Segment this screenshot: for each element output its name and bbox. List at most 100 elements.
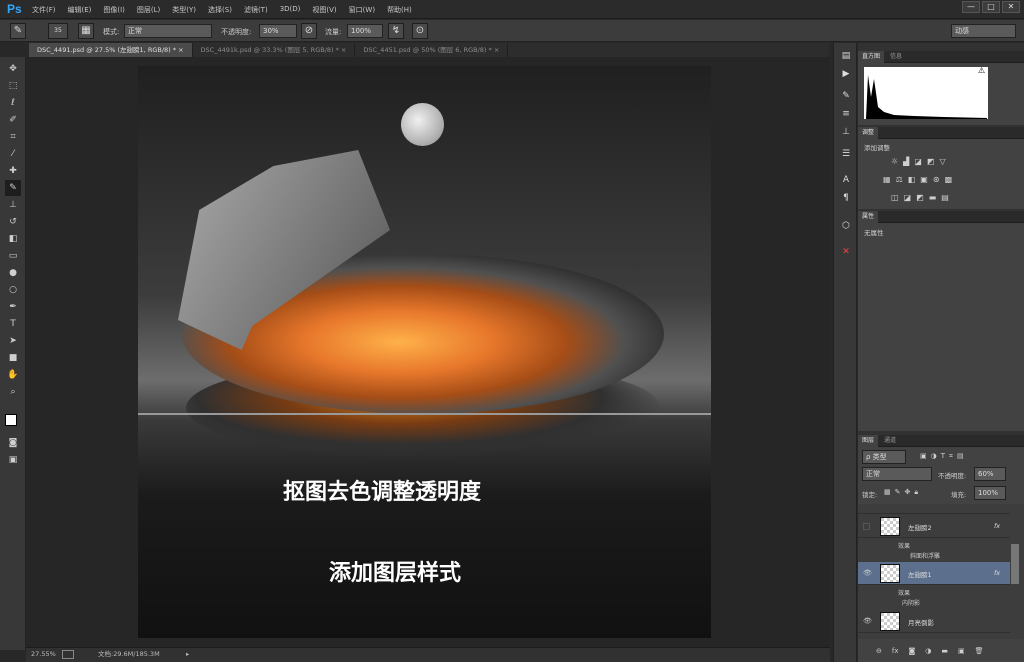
layer-opacity-input[interactable]: 60% bbox=[974, 467, 1006, 481]
curves-icon[interactable]: ◪ bbox=[914, 157, 922, 166]
menu-window[interactable]: 窗口(W) bbox=[349, 5, 375, 15]
paragraph-icon[interactable]: ¶ bbox=[838, 191, 854, 205]
filter-smart-icon[interactable]: ▤ bbox=[957, 452, 964, 461]
layer-name[interactable]: 左翅膀2 bbox=[908, 522, 932, 532]
brush-tool-icon[interactable]: ✎ bbox=[5, 180, 21, 196]
threshold-icon[interactable]: ◩ bbox=[916, 193, 924, 202]
new-adjustment-icon[interactable]: ◑ bbox=[925, 647, 931, 655]
delete-layer-icon[interactable]: 🗑︎ bbox=[975, 647, 984, 655]
play-actions-icon[interactable]: ▶ bbox=[838, 67, 854, 81]
pen-tool-icon[interactable]: ✒ bbox=[5, 299, 21, 315]
eraser-tool-icon[interactable]: ◧ bbox=[5, 231, 21, 247]
tab-dsc4491[interactable]: DSC_4491.psd @ 27.5% (左翅膀1, RGB/8) * × bbox=[29, 43, 193, 57]
tab-layers[interactable]: 图层 bbox=[858, 435, 879, 447]
menu-select[interactable]: 选择(S) bbox=[208, 5, 232, 15]
tab-dsc4491k[interactable]: DSC_4491k.psd @ 33.3% (图层 5, RGB/8) * × bbox=[193, 43, 356, 57]
character-icon[interactable]: A bbox=[838, 173, 854, 187]
tab-info[interactable]: 信息 bbox=[886, 51, 906, 63]
layer-row-partial[interactable] bbox=[858, 504, 1010, 514]
add-mask-icon[interactable]: ◙ bbox=[908, 647, 915, 655]
layer-filter-select[interactable]: ρ 类型 bbox=[862, 450, 906, 464]
layer-name[interactable]: 左翅膀1 bbox=[908, 569, 932, 579]
gradient-tool-icon[interactable]: ▭ bbox=[5, 248, 21, 264]
layer-fx-icon[interactable]: fx bbox=[994, 569, 1000, 577]
effects-label[interactable]: 效果 bbox=[898, 541, 910, 550]
tool-presets-icon[interactable]: ☰ bbox=[838, 147, 854, 161]
new-group-icon[interactable]: ▬ bbox=[941, 647, 948, 655]
status-menu-arrow-icon[interactable]: ▸ bbox=[186, 648, 189, 661]
new-layer-icon[interactable]: ▣ bbox=[958, 647, 965, 655]
history-brush-tool-icon[interactable]: ↺ bbox=[5, 214, 21, 230]
gradient-map-icon[interactable]: ▬ bbox=[929, 193, 937, 202]
menu-help[interactable]: 帮助(H) bbox=[387, 5, 412, 15]
move-tool-icon[interactable]: ✥ bbox=[5, 61, 21, 77]
history-icon[interactable]: ▤ bbox=[838, 49, 854, 63]
type-tool-icon[interactable]: T bbox=[5, 316, 21, 332]
brush-panel-icon[interactable]: ▦ bbox=[78, 23, 94, 39]
brush-tool-icon[interactable]: ✎ bbox=[10, 23, 26, 39]
blur-tool-icon[interactable]: ● bbox=[5, 265, 21, 281]
close-button[interactable]: ✕ bbox=[1002, 1, 1020, 13]
menu-type[interactable]: 类型(Y) bbox=[172, 5, 196, 15]
minimize-button[interactable]: — bbox=[962, 1, 980, 13]
clone-source-icon[interactable]: ⊥ bbox=[838, 125, 854, 139]
brightness-icon[interactable]: ☼ bbox=[891, 157, 898, 166]
hue-saturation-icon[interactable]: ▦ bbox=[883, 175, 891, 184]
clone-stamp-tool-icon[interactable]: ⊥ bbox=[5, 197, 21, 213]
layer-row-selected[interactable]: 👁︎ 左翅膀1 fx bbox=[858, 562, 1010, 585]
lock-image-icon[interactable]: ✎ bbox=[895, 488, 901, 497]
hand-tool-icon[interactable]: ✋ bbox=[5, 367, 21, 383]
path-select-tool-icon[interactable]: ➤ bbox=[5, 333, 21, 349]
quick-select-tool-icon[interactable]: ✐ bbox=[5, 112, 21, 128]
color-balance-icon[interactable]: ⚖ bbox=[896, 175, 903, 184]
menu-image[interactable]: 图像(I) bbox=[103, 5, 125, 15]
menu-edit[interactable]: 编辑(E) bbox=[68, 5, 92, 15]
warning-icon[interactable]: ⚠ bbox=[978, 66, 985, 75]
eye-icon[interactable]: 👁︎ bbox=[863, 617, 872, 625]
opacity-input[interactable]: 30% bbox=[259, 24, 297, 38]
selective-color-icon[interactable]: ▤ bbox=[941, 193, 949, 202]
effect-item[interactable]: 内阴影 bbox=[902, 598, 920, 607]
effects-label[interactable]: 效果 bbox=[898, 588, 910, 597]
measurement-icon[interactable]: ✕ bbox=[838, 245, 854, 259]
brush-size-picker[interactable]: 35 bbox=[48, 23, 68, 39]
eyedropper-tool-icon[interactable]: ⁄ bbox=[5, 146, 21, 162]
workspace-select[interactable]: 动感 bbox=[951, 24, 1016, 38]
tab-channels[interactable]: 通道 bbox=[880, 435, 900, 447]
menu-layer[interactable]: 图层(L) bbox=[137, 5, 160, 15]
shape-tool-icon[interactable]: ■ bbox=[5, 350, 21, 366]
add-style-icon[interactable]: fx bbox=[892, 647, 899, 655]
zoom-tool-icon[interactable]: ⌕ bbox=[5, 384, 21, 400]
tab-properties[interactable]: 属性 bbox=[858, 211, 879, 223]
healing-brush-tool-icon[interactable]: ✚ bbox=[5, 163, 21, 179]
eye-icon[interactable]: 👁︎ bbox=[863, 569, 872, 577]
marquee-tool-icon[interactable]: ⬚ bbox=[5, 78, 21, 94]
lock-position-icon[interactable]: ✥ bbox=[905, 488, 911, 497]
filter-shape-icon[interactable]: ⌗ bbox=[949, 452, 953, 461]
filter-adjustment-icon[interactable]: ◑ bbox=[931, 452, 937, 461]
menu-file[interactable]: 文件(F) bbox=[32, 5, 56, 15]
color-lookup-icon[interactable]: ▩ bbox=[945, 175, 953, 184]
zoom-level[interactable]: 27.55% bbox=[31, 648, 56, 661]
quick-mask-icon[interactable]: ◙ bbox=[5, 435, 21, 451]
foreground-color-swatch[interactable] bbox=[5, 414, 17, 426]
menu-view[interactable]: 视图(V) bbox=[312, 5, 336, 15]
lock-transparent-icon[interactable]: ▦ bbox=[884, 488, 891, 497]
export-icon[interactable] bbox=[62, 650, 74, 659]
blend-mode-select[interactable]: 正常 bbox=[862, 467, 932, 481]
photo-filter-icon[interactable]: ▣ bbox=[920, 175, 928, 184]
menu-filter[interactable]: 滤镜(T) bbox=[244, 5, 268, 15]
pressure-size-icon[interactable]: ⊙ bbox=[412, 23, 428, 39]
brush-settings-icon[interactable]: ≡ bbox=[838, 107, 854, 121]
invert-icon[interactable]: ◫ bbox=[891, 193, 899, 202]
tab-dsc4451[interactable]: DSC_4451.psd @ 50% (图层 6, RGB/8) * × bbox=[355, 43, 509, 57]
levels-icon[interactable]: ▟ bbox=[903, 157, 909, 166]
filter-pixel-icon[interactable]: ▣ bbox=[920, 452, 927, 461]
screen-mode-icon[interactable]: ▣ bbox=[5, 452, 21, 468]
3d-icon[interactable]: ⬡ bbox=[838, 219, 854, 233]
restore-button[interactable]: □ bbox=[982, 1, 1000, 13]
effect-item[interactable]: 斜面和浮雕 bbox=[910, 551, 940, 560]
black-white-icon[interactable]: ◧ bbox=[908, 175, 916, 184]
crop-tool-icon[interactable]: ⌗ bbox=[5, 129, 21, 145]
airbrush-icon[interactable]: ↯ bbox=[388, 23, 404, 39]
